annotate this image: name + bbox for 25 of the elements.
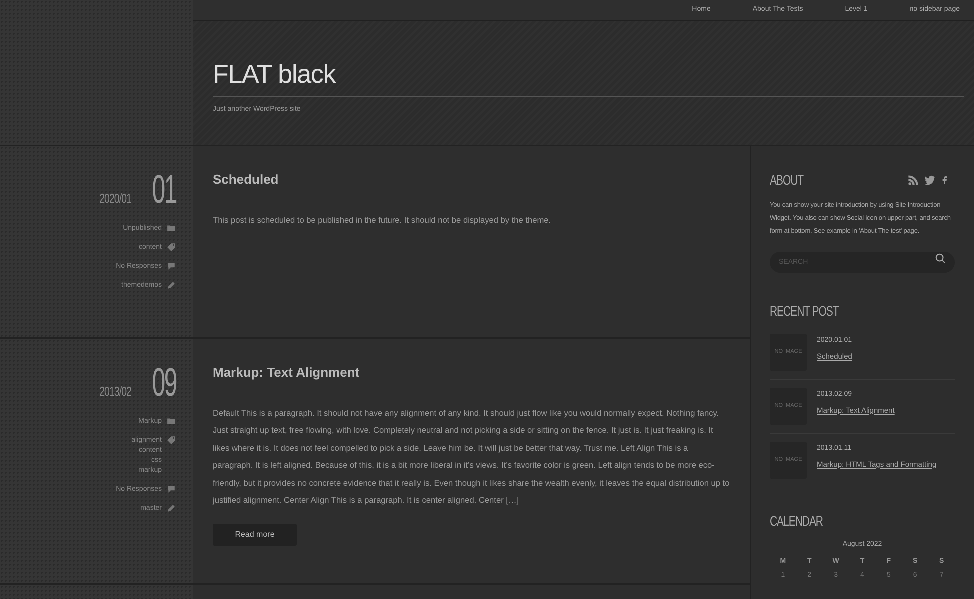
bird-icon[interactable] bbox=[924, 175, 936, 186]
folder-icon bbox=[167, 224, 176, 233]
rss-icon[interactable] bbox=[908, 175, 919, 186]
post-date-day: 09 bbox=[152, 363, 176, 403]
widget-title: CALENDAR bbox=[770, 512, 824, 531]
folder-icon bbox=[167, 417, 176, 426]
search-icon[interactable] bbox=[935, 253, 946, 264]
post-title[interactable]: Markup: Text Alignment bbox=[213, 363, 730, 382]
speech-bubble-icon bbox=[167, 262, 176, 271]
facebook-icon[interactable] bbox=[941, 175, 949, 186]
tag-icon bbox=[167, 436, 176, 445]
pencil-icon bbox=[167, 281, 176, 290]
widget-title: RECENT POST bbox=[770, 302, 840, 321]
post-excerpt: Default This is a paragraph. It should not have any alignment of any kind. It should just flow like you would normally expect. Nothing fancy. Just straight up text, free flowing, with love. Completely neutral and not picking a side or sitting on the fence. It just is. It just freaking is. It likes where it is. It does not feel compelled to pick a side. Leave him be. It will just be better that way. Trust me. Left Align This is a paragraph. It is left aligned. Because of this, it is a bit more liberal in it’s views. It’s favorite color is green. Left align tends to be more eco-friendly, but it provides no concrete evidence that it really is. Even though it likes share the wealth evenly, it leaves the equal distribution up to justified alignment. Center Align This is a paragraph. It is center aligned. Center […] bbox=[213, 406, 730, 507]
post-date-month: 2020/01 bbox=[100, 190, 132, 208]
post-excerpt: This post is scheduled to be published in the future. It should not be displayed by the theme. bbox=[213, 214, 552, 227]
speech-bubble-icon bbox=[167, 485, 176, 494]
read-more-button[interactable]: Read more bbox=[213, 524, 297, 546]
post-date-month: 2013/02 bbox=[100, 382, 132, 400]
site-title[interactable]: FLAT black bbox=[213, 59, 336, 89]
tag-icon bbox=[167, 243, 176, 252]
post-title[interactable]: Scheduled bbox=[213, 170, 730, 190]
widget-title: ABOUT bbox=[770, 171, 804, 190]
pencil-icon bbox=[167, 504, 176, 513]
post-date-day: 01 bbox=[152, 170, 176, 210]
